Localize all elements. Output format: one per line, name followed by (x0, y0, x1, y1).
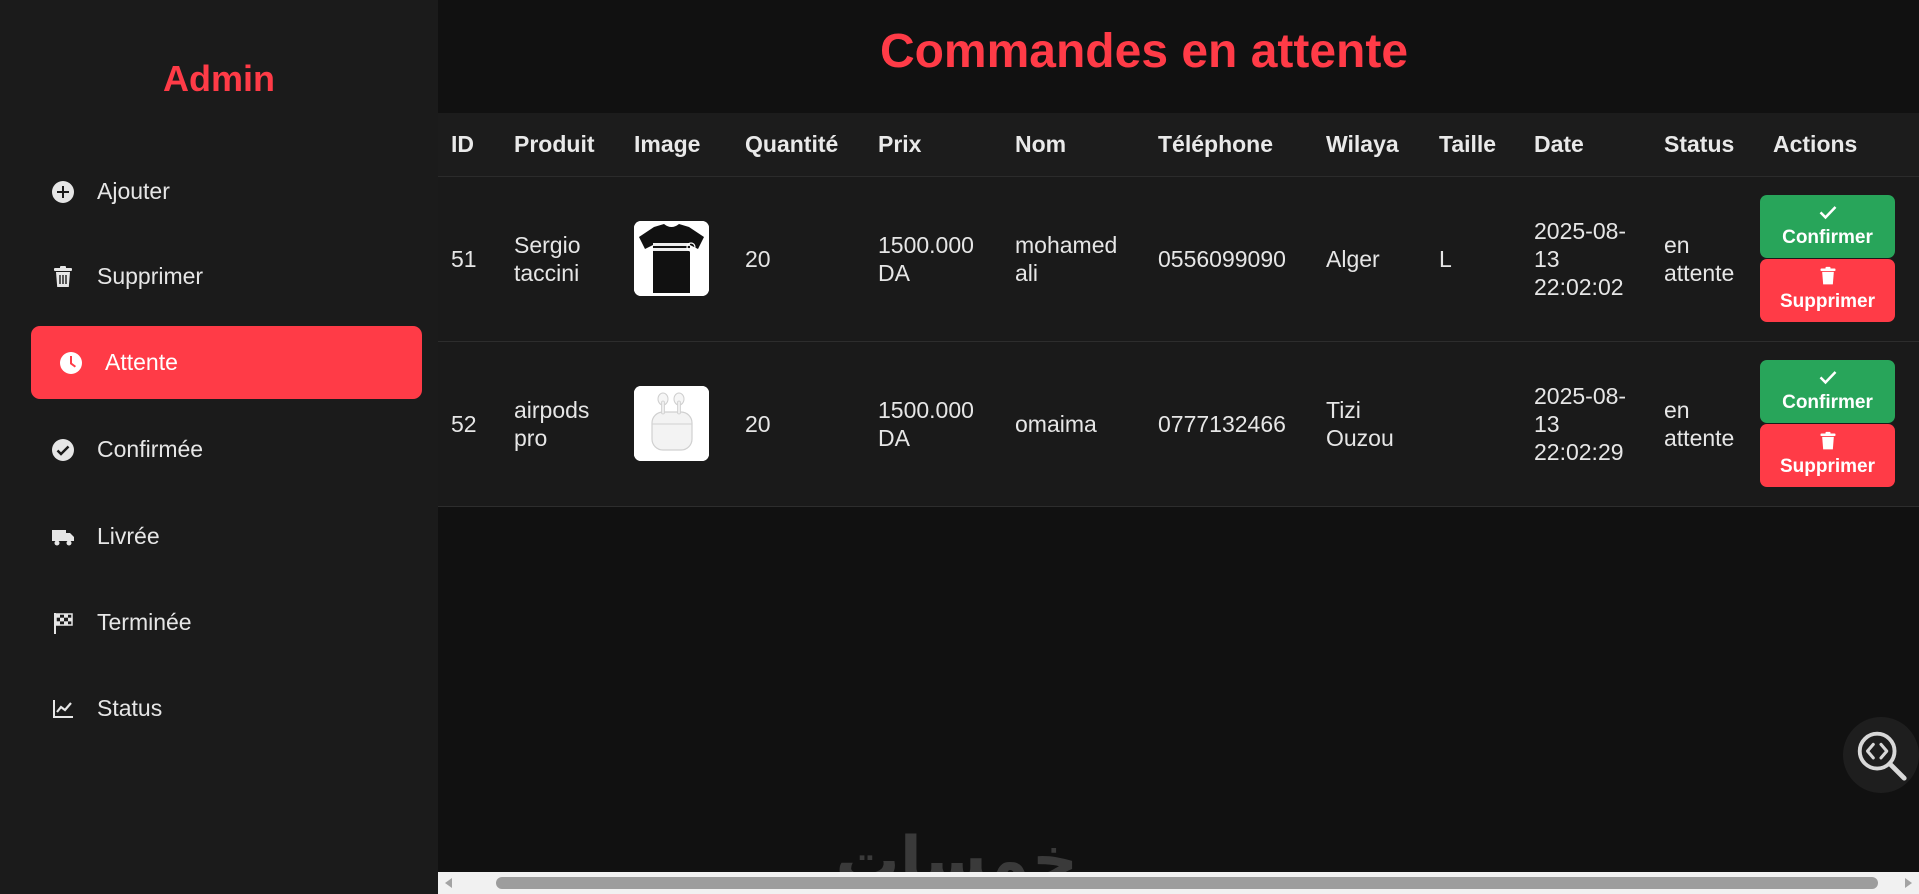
check-circle-icon (49, 436, 77, 464)
cell-produit: airpods pro (501, 341, 621, 507)
confirm-button-label: Confirmer (1782, 391, 1873, 413)
cell-telephone: 0556099090 (1145, 176, 1313, 342)
product-image-airpods (634, 386, 709, 461)
column-header-wilaya: Wilaya (1313, 113, 1426, 177)
cell-id: 52 (438, 341, 501, 507)
sidebar-item-status[interactable]: Status (31, 672, 422, 745)
sidebar-item-terminee[interactable]: Terminée (31, 586, 422, 659)
trash-icon (1820, 266, 1835, 284)
code-inspect-button[interactable] (1843, 717, 1919, 793)
cell-quantite: 20 (732, 341, 865, 507)
watermark: خمسات (838, 824, 1078, 872)
scrollbar-thumb[interactable] (496, 877, 1878, 889)
column-header-status: Status (1651, 113, 1760, 177)
delete-button-label: Supprimer (1779, 290, 1876, 312)
cell-nom: mohamed ali (1002, 176, 1145, 342)
sidebar-item-supprimer[interactable]: Supprimer (31, 240, 422, 313)
brand-title: Admin (163, 58, 275, 99)
clock-icon (57, 349, 85, 377)
confirm-button[interactable]: Confirmer (1760, 195, 1895, 258)
column-header-taille: Taille (1426, 113, 1521, 177)
cell-id: 51 (438, 176, 501, 342)
column-header-image: Image (621, 113, 732, 177)
sidebar-item-confirmee[interactable]: Confirmée (31, 413, 422, 486)
truck-icon (49, 523, 77, 551)
column-header-nom: Nom (1002, 113, 1145, 177)
check-icon (1819, 205, 1836, 219)
line-chart-icon (49, 695, 77, 723)
scroll-right-icon[interactable] (1901, 876, 1915, 890)
sidebar-item-livree[interactable]: Livrée (31, 500, 422, 573)
cell-status: en attente (1651, 341, 1760, 507)
cell-prix: 1500.000 DA (865, 176, 1002, 342)
cell-date: 2025-08-13 22:02:29 (1521, 341, 1651, 507)
cell-nom: omaima (1002, 341, 1145, 507)
sidebar-item-label: Ajouter (97, 178, 170, 204)
table-row: 52 airpods pro 20 1500.000 DA omaima 077… (438, 341, 1919, 507)
cell-date: 2025-08-13 22:02:02 (1521, 176, 1651, 342)
sidebar-item-ajouter[interactable]: Ajouter (31, 155, 422, 228)
main-content: Commandes en attente ID Produit Image Qu… (438, 0, 1919, 872)
sidebar-item-label: Terminée (97, 609, 192, 635)
cell-image (621, 176, 732, 342)
delete-button[interactable]: Supprimer (1760, 424, 1895, 487)
sidebar-item-label: Livrée (97, 523, 160, 549)
code-search-icon (1857, 731, 1907, 781)
cell-quantite: 20 (732, 176, 865, 342)
cell-image (621, 341, 732, 507)
confirm-button-label: Confirmer (1782, 226, 1873, 248)
delete-button[interactable]: Supprimer (1760, 259, 1895, 322)
cell-actions: Confirmer Supprimer (1760, 341, 1919, 507)
sidebar-item-label: Attente (105, 349, 178, 375)
trash-icon (49, 263, 77, 291)
cell-produit: Sergio taccini (501, 176, 621, 342)
cell-wilaya: Alger (1313, 176, 1426, 342)
sidebar-item-attente[interactable]: Attente (31, 326, 422, 399)
scroll-left-icon[interactable] (442, 876, 456, 890)
cell-prix: 1500.000 DA (865, 341, 1002, 507)
column-header-prix: Prix (865, 113, 1002, 177)
checkered-flag-icon (49, 609, 77, 637)
horizontal-scrollbar[interactable] (438, 872, 1919, 894)
plus-circle-icon (49, 178, 77, 206)
cell-taille (1426, 341, 1521, 507)
column-header-telephone: Téléphone (1145, 113, 1313, 177)
sidebar-item-label: Status (97, 695, 163, 721)
cell-telephone: 0777132466 (1145, 341, 1313, 507)
confirm-button[interactable]: Confirmer (1760, 360, 1895, 423)
column-header-actions: Actions (1760, 113, 1919, 177)
sidebar-item-label: Confirmée (97, 436, 204, 462)
cell-status: en attente (1651, 176, 1760, 342)
column-header-date: Date (1521, 113, 1651, 177)
check-icon (1819, 370, 1836, 384)
delete-button-label: Supprimer (1779, 455, 1876, 477)
sidebar-item-label: Supprimer (97, 263, 204, 289)
trash-icon (1820, 431, 1835, 449)
column-header-quantite: Quantité (732, 113, 865, 177)
table-row: 51 Sergio taccini 20 1500.000 DA mohamed… (438, 176, 1919, 342)
table-header-row: ID Produit Image Quantité Prix Nom Télép… (438, 113, 1919, 177)
orders-table: ID Produit Image Quantité Prix Nom Télép… (438, 113, 1919, 507)
page-title: Commandes en attente (879, 25, 1409, 78)
cell-taille: L (1426, 176, 1521, 342)
cell-wilaya: Tizi Ouzou (1313, 341, 1426, 507)
sidebar: Admin Ajouter Supprimer Attente Confirmé… (0, 0, 438, 894)
column-header-produit: Produit (501, 113, 621, 177)
product-image-tshirt (634, 221, 709, 296)
cell-actions: Confirmer Supprimer (1760, 176, 1919, 342)
column-header-id: ID (438, 113, 501, 177)
